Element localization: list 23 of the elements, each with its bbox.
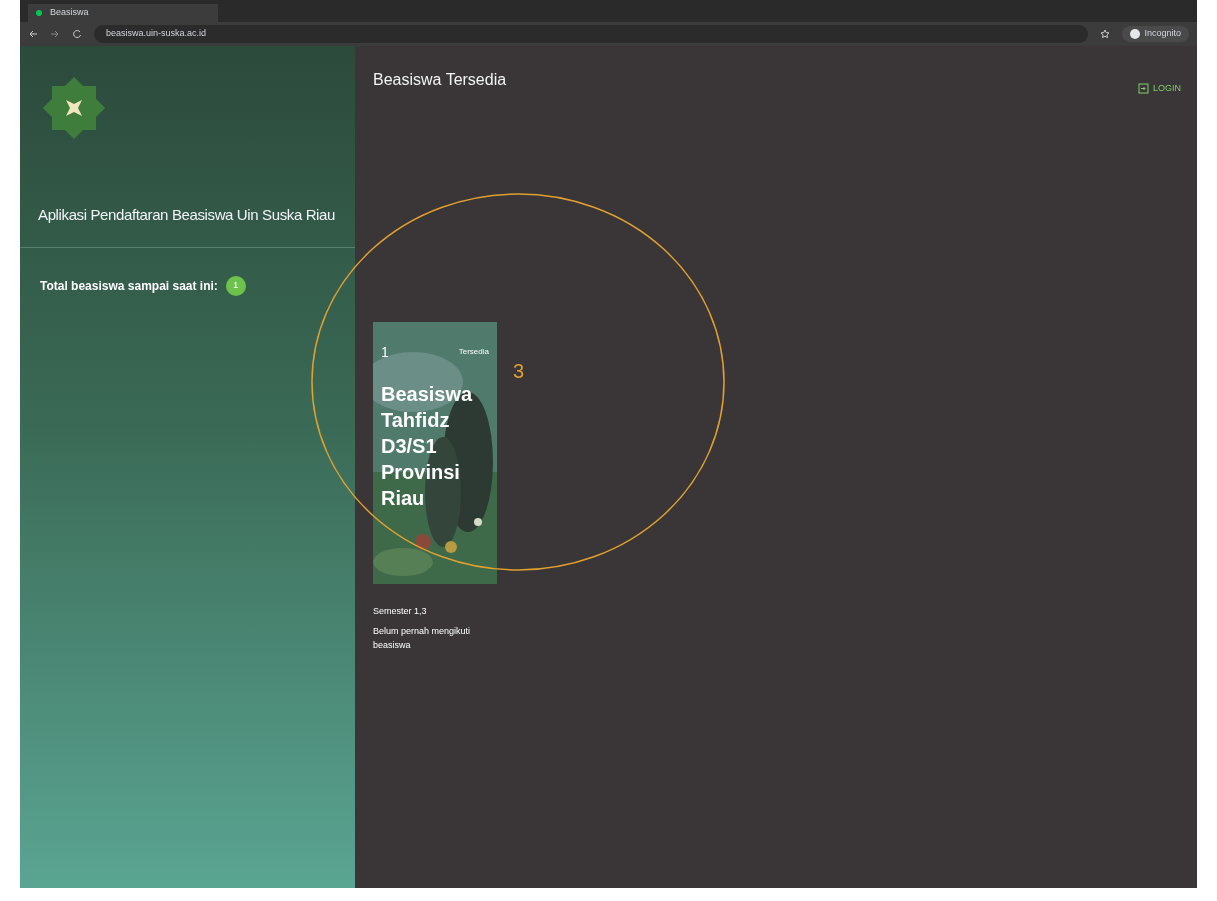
tab-title: Beasiswa <box>50 6 89 20</box>
app-title: Aplikasi Pendaftaran Beasiswa Uin Suska Riau <box>38 205 336 225</box>
url-field[interactable]: beasiswa.uin-suska.ac.id <box>94 25 1089 43</box>
favicon-icon <box>36 10 42 16</box>
star-icon[interactable] <box>1100 29 1111 39</box>
card-title: Beasiswa Tahfidz D3/S1 Provinsi Riau <box>381 381 474 511</box>
count-badge: 1 <box>225 275 246 296</box>
incognito-badge[interactable]: Incognito <box>1122 26 1189 42</box>
page-heading: Beasiswa Tersedia <box>373 70 507 90</box>
card-detail: Semester 1,3 <box>373 604 428 618</box>
browser-tab[interactable]: Beasiswa <box>28 4 218 22</box>
incognito-icon <box>1130 29 1141 39</box>
back-icon[interactable] <box>28 29 38 39</box>
forward-icon[interactable] <box>50 29 60 39</box>
card-number: 1 <box>381 342 389 362</box>
scholarship-card[interactable]: 1 Tersedia Beasiswa Tahfidz D3/S1 Provinsi Riau <box>373 321 497 584</box>
total-label: Total beasiswa sampai saat ini: <box>40 277 218 295</box>
annotation-label: 3 <box>513 359 525 384</box>
login-button[interactable]: LOGIN <box>1138 82 1181 96</box>
login-icon <box>1138 83 1149 95</box>
reload-icon[interactable] <box>72 29 82 39</box>
status-label: Tersedia <box>458 346 489 358</box>
card-detail: Belum pernah mengikuti beasiswa <box>373 624 472 652</box>
